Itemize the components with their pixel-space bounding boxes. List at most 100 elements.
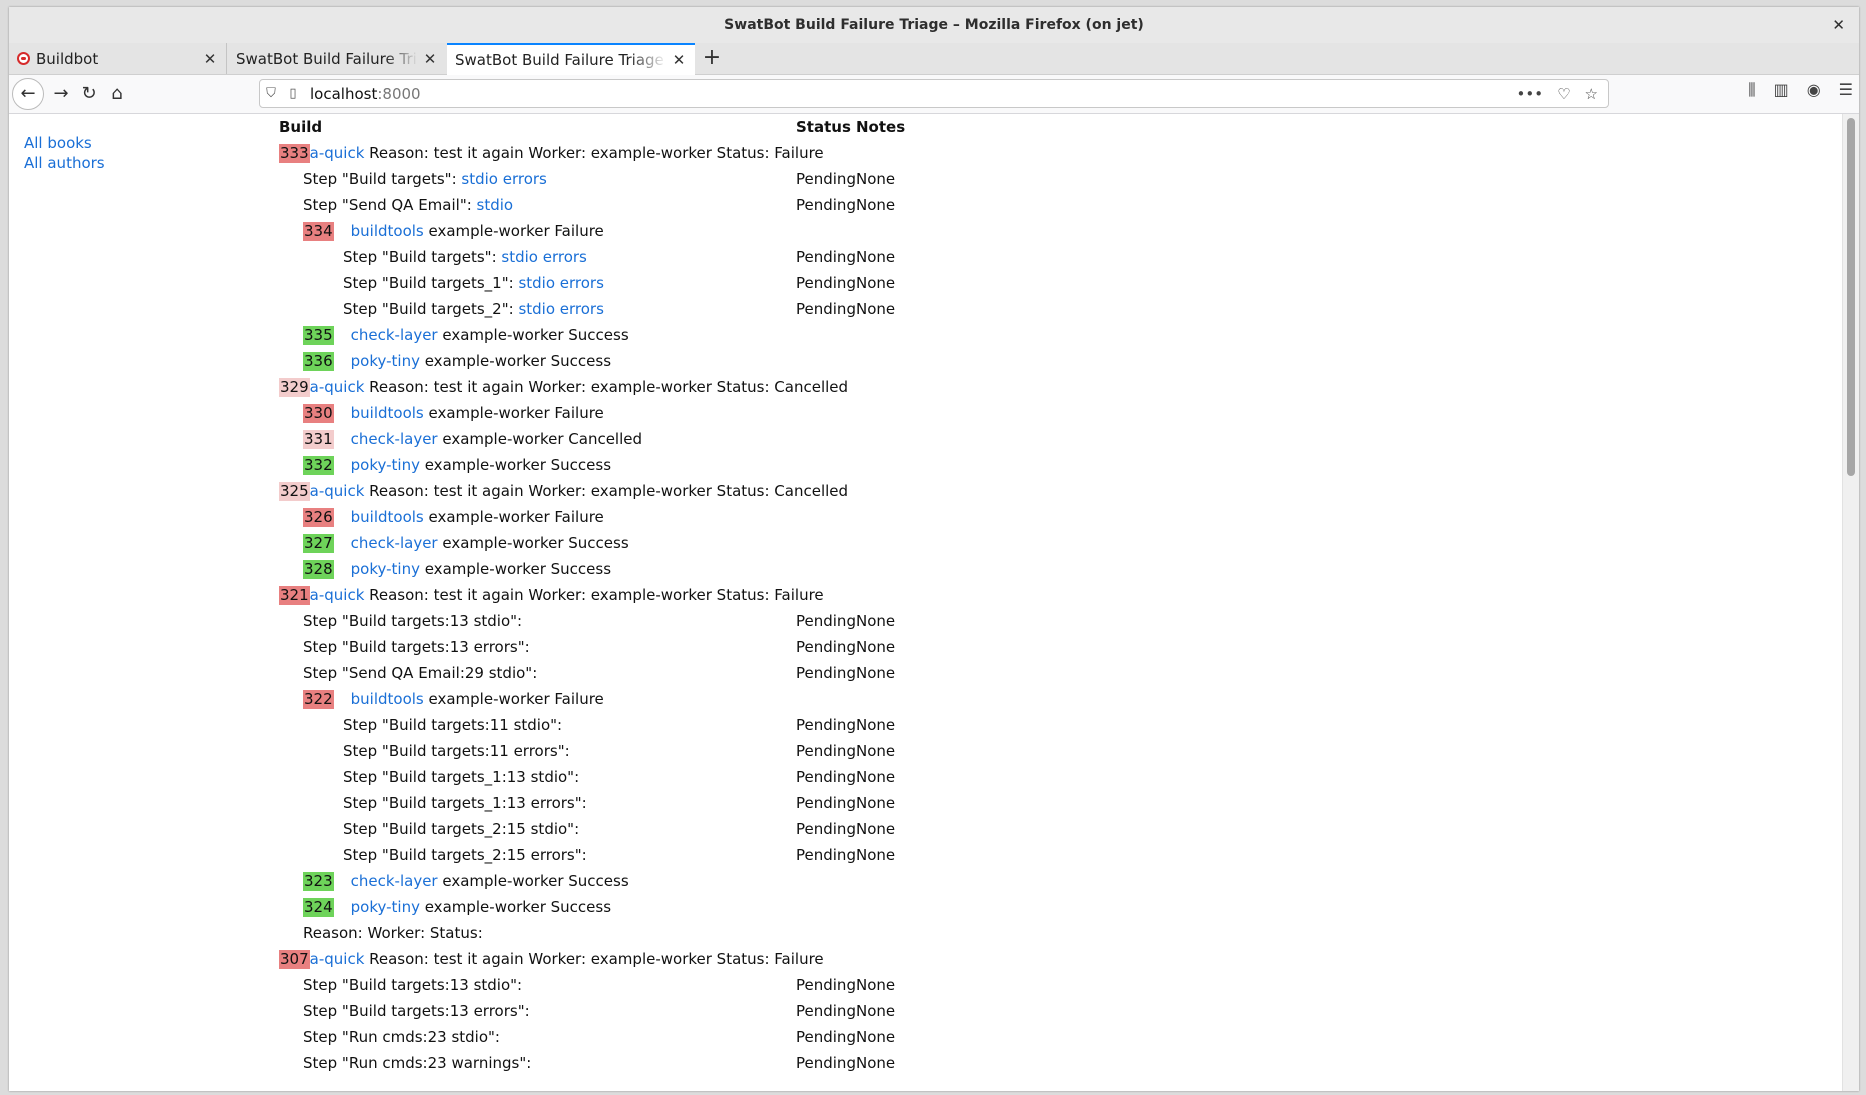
step-text: Step "Build targets:13 stdio":: [303, 976, 523, 994]
close-tab-icon[interactable]: ✕: [671, 51, 687, 69]
build-cell: Step "Send QA Email:29 stdio":: [303, 660, 537, 686]
builder-link[interactable]: poky-tiny: [351, 560, 420, 578]
tab-buildbot[interactable]: Buildbot ✕: [9, 43, 227, 74]
build-number-badge: 326: [303, 508, 334, 527]
step-text: Step "Build targets_1":: [343, 274, 519, 292]
back-arrow-icon[interactable]: ←: [12, 78, 44, 110]
library-icon[interactable]: ⫼: [1748, 80, 1755, 100]
log-link-stdio[interactable]: stdio: [518, 300, 555, 318]
builder-link[interactable]: buildtools: [351, 222, 424, 240]
close-window-icon[interactable]: ✕: [1832, 7, 1845, 43]
notes-cell: None: [856, 664, 896, 682]
url-text[interactable]: localhost:8000: [310, 85, 1517, 103]
menu-icon[interactable]: ☰: [1839, 80, 1853, 100]
log-link-stdio[interactable]: stdio: [501, 248, 538, 266]
step-text: Reason: Worker: Status:: [303, 924, 483, 942]
builder-link[interactable]: a-quick: [310, 482, 365, 500]
status-cell: Pending: [796, 794, 856, 812]
builder-link[interactable]: poky-tiny: [351, 898, 420, 916]
build-info-text: example-worker Success: [419, 456, 612, 474]
log-link-stdio[interactable]: stdio: [461, 170, 498, 188]
tab-strip: Buildbot ✕ SwatBot Build Failure Triage …: [9, 43, 1859, 75]
build-info-text: example-worker Failure: [423, 690, 604, 708]
notes-cell: None: [856, 1054, 896, 1072]
step-text: Step "Build targets:11 stdio":: [343, 716, 563, 734]
tab-swatbot-2-active[interactable]: SwatBot Build Failure Triage ✕: [447, 43, 695, 75]
log-link-errors[interactable]: errors: [543, 248, 587, 266]
builder-link[interactable]: check-layer: [351, 430, 438, 448]
build-cell: Reason: Worker: Status:: [303, 920, 483, 946]
build-info-text: example-worker Success: [437, 534, 629, 552]
close-tab-icon[interactable]: ✕: [422, 50, 438, 68]
builder-link[interactable]: buildtools: [351, 690, 424, 708]
builder-link[interactable]: buildtools: [351, 508, 424, 526]
status-cell: Pending: [796, 612, 856, 630]
build-cell: Step "Build targets_1:13 stdio":: [343, 764, 579, 790]
builder-link[interactable]: a-quick: [310, 950, 365, 968]
step-text: Step "Send QA Email":: [303, 196, 477, 214]
build-info-text: example-worker Success: [419, 898, 612, 916]
close-tab-icon[interactable]: ✕: [202, 50, 218, 68]
build-number-badge: 322: [303, 690, 334, 709]
builder-link[interactable]: check-layer: [351, 534, 438, 552]
reload-icon[interactable]: ↻: [75, 80, 103, 108]
log-link-errors[interactable]: errors: [560, 300, 604, 318]
log-link-stdio[interactable]: stdio: [477, 196, 514, 214]
log-link-errors[interactable]: errors: [560, 274, 604, 292]
home-icon[interactable]: ⌂: [103, 80, 131, 108]
step-text: Step "Build targets:13 errors":: [303, 1002, 530, 1020]
notes-cell: None: [856, 820, 896, 838]
build-cell: 322 buildtools example-worker Failure: [303, 686, 604, 712]
builder-link[interactable]: a-quick: [310, 378, 365, 396]
col-build-header: Build: [279, 118, 323, 136]
forward-arrow-icon[interactable]: →: [47, 80, 75, 108]
bookmark-star-icon[interactable]: ☆: [1585, 85, 1598, 103]
build-cell: 333a-quick Reason: test it again Worker:…: [279, 140, 824, 166]
build-cell: 336 poky-tiny example-worker Success: [303, 348, 611, 374]
builder-link[interactable]: a-quick: [310, 144, 365, 162]
page-info-icon[interactable]: ▯: [282, 86, 304, 101]
all-books-link[interactable]: All books: [24, 133, 105, 153]
col-notes-header: Notes: [856, 118, 906, 136]
build-cell: 307a-quick Reason: test it again Worker:…: [279, 946, 824, 972]
col-status-header: Status: [796, 118, 851, 136]
page-actions-icon[interactable]: •••: [1517, 85, 1544, 103]
all-authors-link[interactable]: All authors: [24, 153, 105, 173]
notes-cell: None: [856, 976, 896, 994]
scrollbar-thumb[interactable]: [1847, 118, 1855, 476]
step-text: Step "Build targets_2:15 stdio":: [343, 820, 580, 838]
build-number-badge: 329: [279, 378, 310, 397]
status-cell: Pending: [796, 170, 856, 188]
builder-link[interactable]: check-layer: [351, 872, 438, 890]
tab-swatbot-1[interactable]: SwatBot Build Failure Triage ✕: [228, 43, 446, 74]
log-link-stdio[interactable]: stdio: [518, 274, 555, 292]
build-info-text: Reason: test it again Worker: example-wo…: [364, 586, 824, 604]
shield-icon[interactable]: ⛉: [260, 86, 282, 101]
account-icon[interactable]: ◉: [1807, 80, 1821, 100]
status-cell: Pending: [796, 742, 856, 760]
builder-link[interactable]: poky-tiny: [351, 352, 420, 370]
build-cell: 332 poky-tiny example-worker Success: [303, 452, 611, 478]
address-bar[interactable]: ⛉ ▯ localhost:8000 ••• ♡ ☆: [259, 79, 1609, 108]
new-tab-icon[interactable]: +: [697, 43, 727, 74]
notes-cell: None: [856, 1002, 896, 1020]
build-cell: 325a-quick Reason: test it again Worker:…: [279, 478, 848, 504]
tab-label: Buildbot: [36, 49, 99, 68]
log-link-errors[interactable]: errors: [503, 170, 547, 188]
build-cell: Step "Build targets:11 stdio":: [343, 712, 562, 738]
pocket-icon[interactable]: ♡: [1557, 85, 1570, 103]
sidebar-icon[interactable]: ▥: [1774, 80, 1789, 100]
notes-cell: None: [856, 716, 896, 734]
step-text: Step "Build targets_2:15 errors":: [343, 846, 587, 864]
build-cell: 329a-quick Reason: test it again Worker:…: [279, 374, 848, 400]
tab-label: SwatBot Build Failure Triage: [236, 49, 418, 68]
builder-link[interactable]: a-quick: [310, 586, 365, 604]
status-cell: Pending: [796, 768, 856, 786]
builder-link[interactable]: buildtools: [351, 404, 424, 422]
vertical-scrollbar[interactable]: [1842, 114, 1859, 1091]
builder-link[interactable]: check-layer: [351, 326, 438, 344]
notes-cell: None: [856, 612, 896, 630]
build-info-text: example-worker Success: [437, 872, 629, 890]
builder-link[interactable]: poky-tiny: [351, 456, 420, 474]
step-text: Step "Build targets":: [343, 248, 502, 266]
